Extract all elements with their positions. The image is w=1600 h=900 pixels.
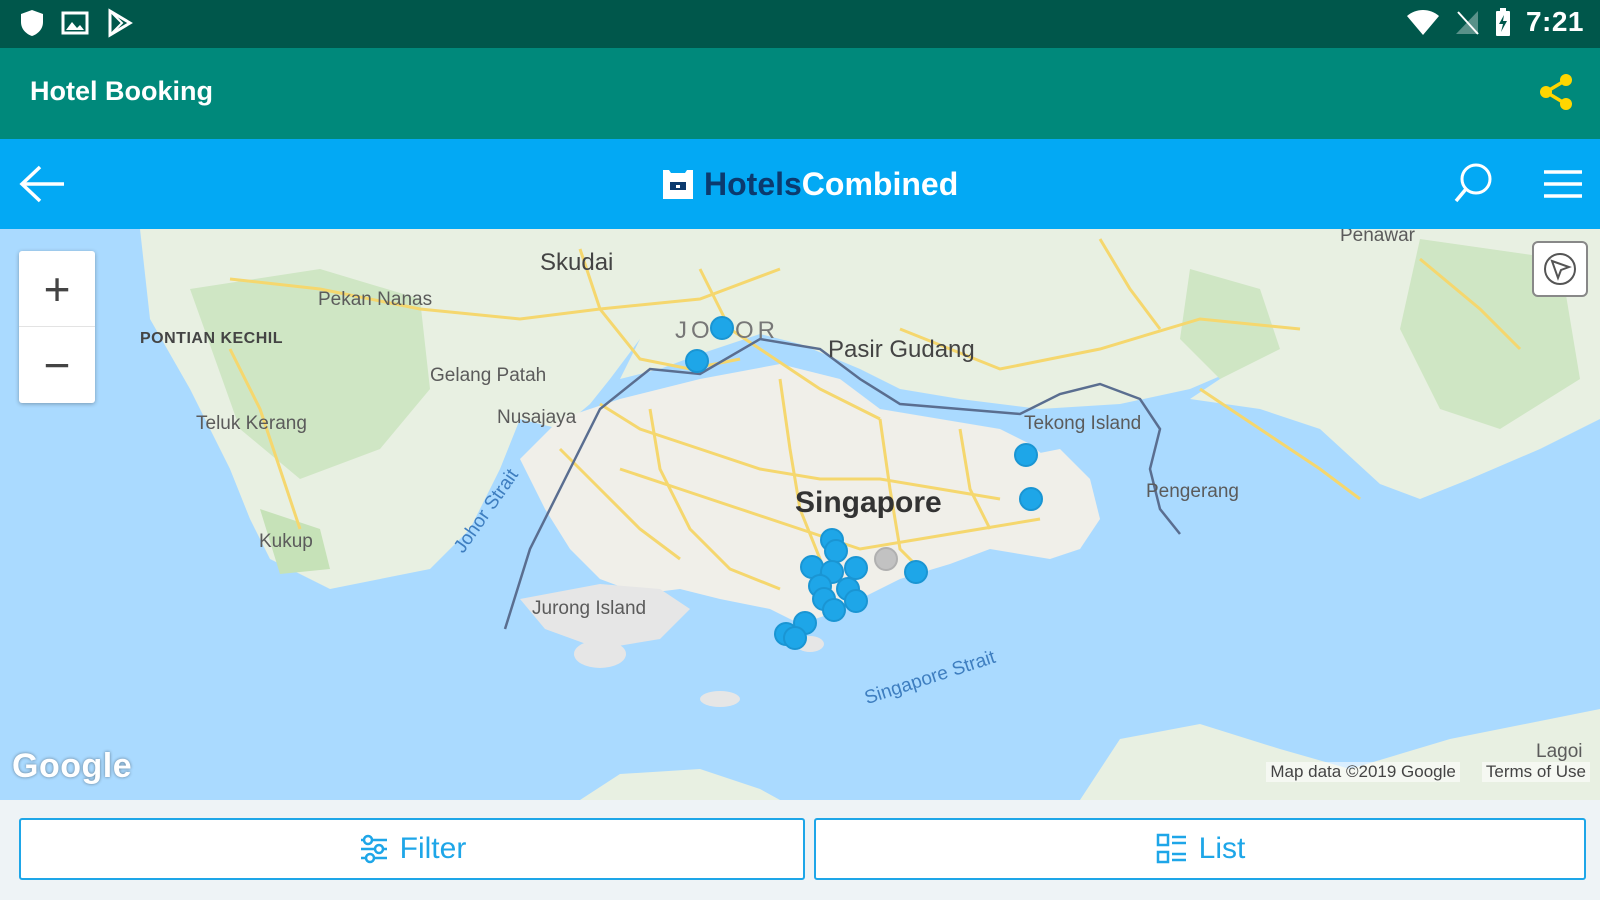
play-store-icon [108,8,133,38]
map-label-jurong-island: Jurong Island [532,598,647,619]
map-view[interactable]: Skudai Pekan Nanas PONTIAN KECHIL JOHOR … [0,229,1600,800]
filter-button[interactable]: Filter [19,818,805,880]
list-view-icon [1156,833,1186,864]
app-bar: Hotel Booking [0,48,1600,139]
google-logo: Google [12,747,133,785]
map-attribution: Map data ©2019 Google Terms of Use [1266,762,1590,782]
zoom-in-button[interactable]: + [19,251,95,327]
brand-name: HotelsCombined [704,166,958,203]
hotel-pin[interactable] [1019,487,1043,511]
zoom-controls: + − [19,251,95,403]
shield-icon [21,10,43,36]
hotel-pin[interactable] [824,539,848,563]
share-icon [1540,74,1572,110]
search-icon [1454,163,1492,203]
map-label-tekong-island: Tekong Island [1024,413,1142,434]
map-label-singapore: Singapore [795,486,942,519]
filter-label: Filter [399,832,467,865]
menu-button[interactable] [1542,165,1584,203]
filter-sliders-icon [360,834,387,864]
image-icon [61,11,89,35]
map-label-kukup: Kukup [259,531,313,552]
map-label-lagoi: Lagoi [1536,741,1583,762]
brand-combined: Combined [801,165,959,202]
status-bar: 7:21 [0,0,1600,48]
islet [700,691,740,707]
map-label-pasir-gudang: Pasir Gudang [828,336,975,363]
hamburger-menu-icon [1544,170,1582,198]
hotel-pin[interactable] [1014,443,1038,467]
my-location-button[interactable] [1532,241,1588,297]
islet [574,640,626,668]
arrow-left-icon [19,165,64,203]
map-label-pontian-kechil: PONTIAN KECHIL [140,330,283,347]
hotel-pin[interactable] [904,560,928,584]
map-label-pengerang: Pengerang [1146,481,1239,502]
zoom-out-button[interactable]: − [19,327,95,403]
map-label-pekan-nanas: Pekan Nanas [318,289,433,310]
back-button[interactable] [18,163,68,205]
brand-hotels: Hotels [704,165,802,202]
map-label-skudai: Skudai [540,249,614,276]
share-button[interactable] [1536,72,1576,112]
hotel-pin[interactable] [783,626,807,650]
hotel-pin[interactable] [685,349,709,373]
bear-logo-icon [663,170,693,199]
map-data-text: Map data ©2019 Google [1266,762,1460,782]
no-signal-icon [1455,11,1479,35]
brand-logo[interactable]: HotelsCombined [660,161,958,207]
battery-charging-icon [1495,8,1510,36]
hotel-pin[interactable] [710,316,734,340]
hotel-pin[interactable] [822,598,846,622]
list-button[interactable]: List [814,818,1586,880]
hotel-pin[interactable] [844,589,868,613]
clock: 7:21 [1525,6,1584,37]
terms-of-use-link[interactable]: Terms of Use [1481,762,1590,782]
navigation-arrow-icon [1544,253,1576,285]
map-label-nusajaya: Nusajaya [497,407,577,428]
map-label-gelang-patah: Gelang Patah [430,365,547,386]
map-label-teluk-kerang: Teluk Kerang [196,413,307,434]
search-button[interactable] [1452,161,1496,205]
map-label-penawar: Penawar [1340,229,1415,246]
bottom-action-bar: Filter List [0,800,1600,900]
wifi-icon [1406,10,1439,35]
web-header: HotelsCombined [0,139,1600,229]
hotel-pin-selected[interactable] [874,547,898,571]
list-label: List [1198,832,1246,865]
app-title: Hotel Booking [30,76,213,106]
